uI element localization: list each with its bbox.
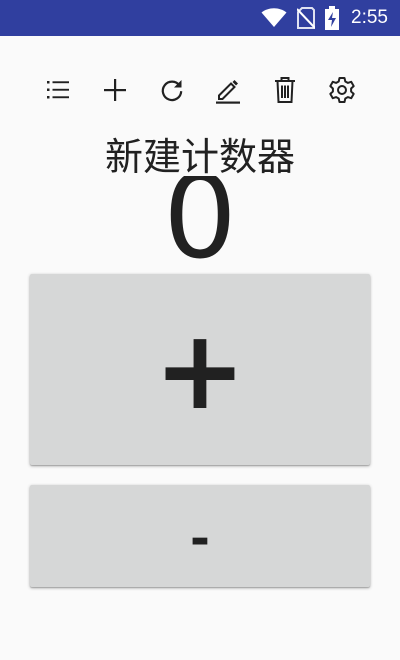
list-icon bbox=[45, 77, 71, 103]
decrement-label: - bbox=[190, 511, 210, 567]
toolbar bbox=[30, 68, 370, 112]
counter-value: 0 bbox=[163, 176, 237, 264]
increment-label: + bbox=[153, 305, 247, 434]
add-icon bbox=[102, 77, 128, 103]
delete-icon bbox=[272, 76, 298, 104]
edit-button[interactable] bbox=[200, 68, 256, 112]
add-counter-button[interactable] bbox=[87, 68, 143, 112]
wifi-icon bbox=[261, 8, 287, 28]
list-button[interactable] bbox=[30, 68, 86, 112]
delete-button[interactable] bbox=[257, 68, 313, 112]
battery-charging-icon bbox=[325, 6, 340, 30]
status-bar: 2:55 bbox=[0, 0, 400, 36]
status-icons: 2:55 bbox=[261, 0, 388, 36]
settings-button[interactable] bbox=[314, 68, 370, 112]
reset-button[interactable] bbox=[144, 68, 200, 112]
settings-icon bbox=[328, 76, 356, 104]
counter-value-area: 0 bbox=[0, 176, 400, 264]
refresh-icon bbox=[159, 77, 185, 103]
increment-button[interactable]: + bbox=[30, 274, 370, 465]
decrement-button[interactable]: - bbox=[30, 485, 370, 587]
no-sim-icon bbox=[297, 7, 316, 29]
counter-title[interactable]: 新建计数器 bbox=[0, 130, 400, 184]
status-time: 2:55 bbox=[351, 7, 388, 28]
edit-icon bbox=[214, 76, 242, 104]
